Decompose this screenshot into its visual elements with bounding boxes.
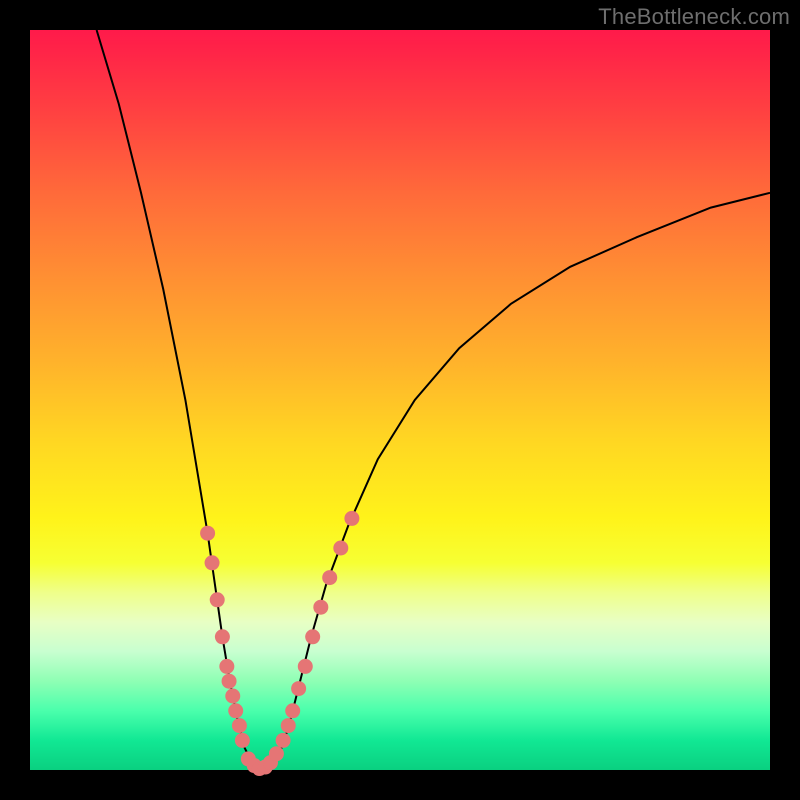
marker-dot [322, 570, 337, 585]
marker-dot [298, 659, 313, 674]
marker-dot [333, 541, 348, 556]
marker-dot [269, 746, 284, 761]
marker-dot [225, 689, 240, 704]
marker-dot [219, 659, 234, 674]
marker-dot [285, 703, 300, 718]
marker-dots [200, 511, 359, 776]
marker-dot [276, 733, 291, 748]
chart-frame: TheBottleneck.com [0, 0, 800, 800]
marker-dot [222, 674, 237, 689]
marker-dot [215, 629, 230, 644]
marker-dot [291, 681, 306, 696]
marker-dot [281, 718, 296, 733]
marker-dot [210, 592, 225, 607]
marker-dot [232, 718, 247, 733]
marker-dot [313, 600, 328, 615]
curve-svg [30, 30, 770, 770]
marker-dot [205, 555, 220, 570]
marker-dot [200, 526, 215, 541]
marker-dot [305, 629, 320, 644]
bottleneck-curve [97, 30, 770, 770]
marker-dot [344, 511, 359, 526]
marker-dot [235, 733, 250, 748]
marker-dot [228, 703, 243, 718]
brand-watermark: TheBottleneck.com [598, 4, 790, 30]
